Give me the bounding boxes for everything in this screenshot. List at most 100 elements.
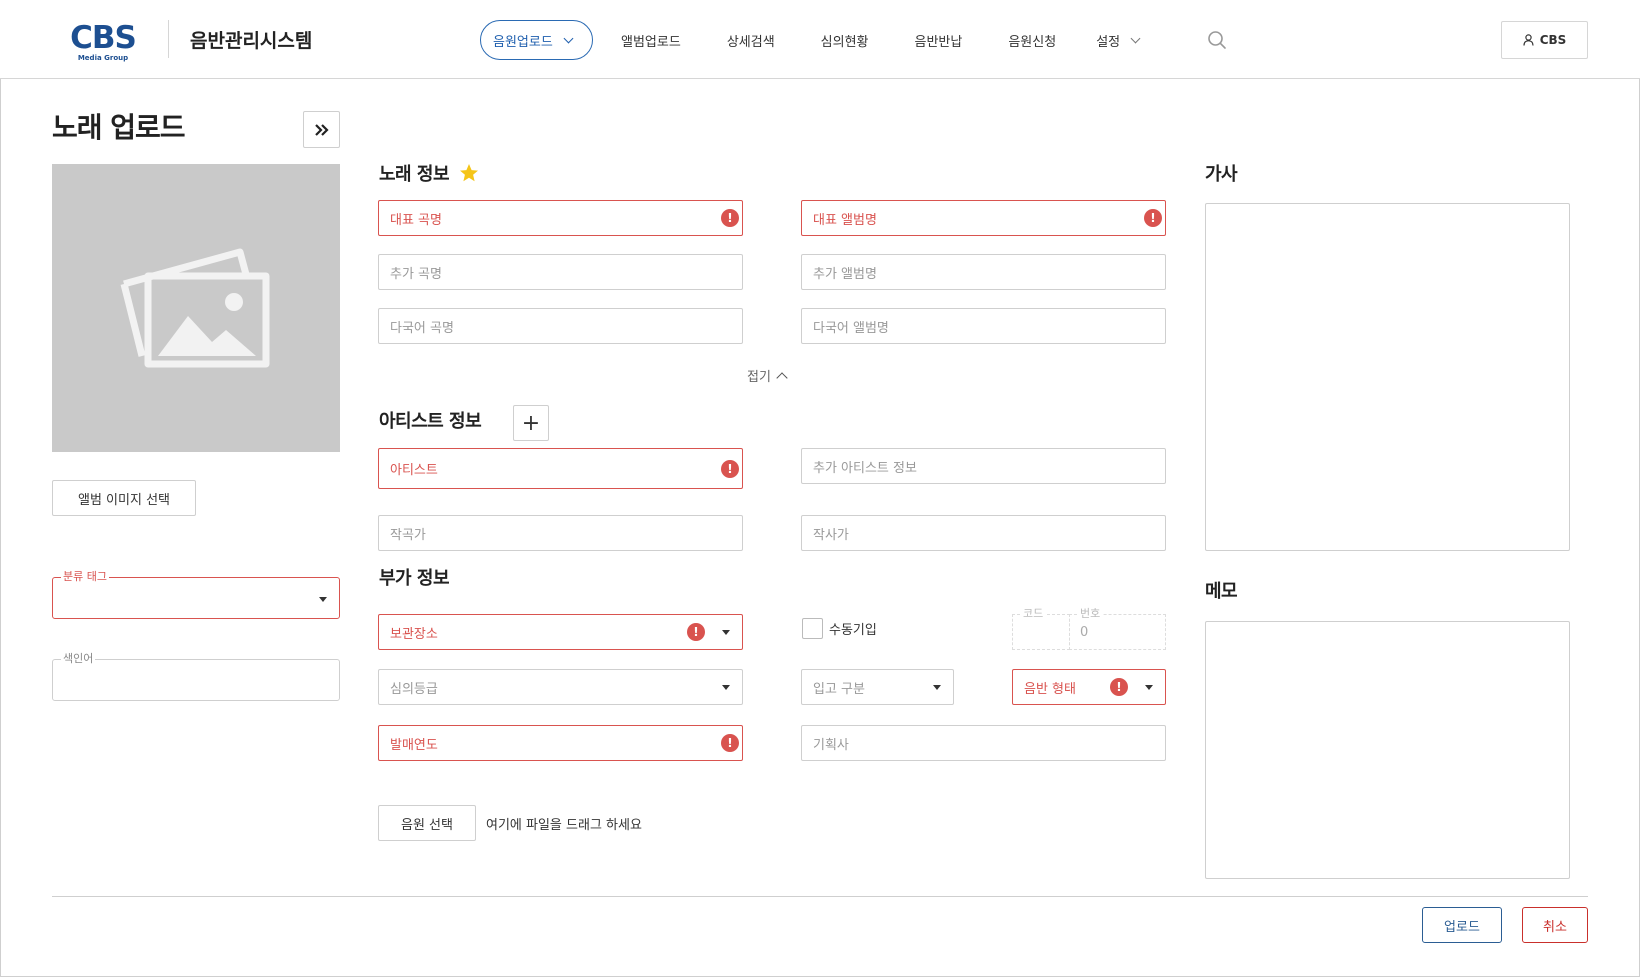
album-format-select[interactable]: 음반 형태 ! [1012,669,1166,705]
main-title-input[interactable]: 대표 곡명 ! [378,200,743,236]
error-icon: ! [1144,209,1162,227]
footer-divider [52,896,1588,897]
extra-info-title: 부가 정보 [379,568,450,589]
review-grade-placeholder: 심의등급 [390,681,438,697]
search-icon[interactable] [1207,30,1227,50]
number-input: 번호 0 [1069,607,1166,650]
nav-label: 설정 [1096,34,1121,50]
extra-album-placeholder: 추가 앨범명 [813,266,877,282]
nav-label: 앨범업로드 [621,34,681,50]
song-info-title-text: 노래 정보 [379,164,450,185]
double-chevron-right-icon [314,123,329,136]
collapse-panel-button[interactable] [303,111,340,148]
main-album-placeholder: 대표 앨범명 [813,212,877,228]
lyricist-placeholder: 작사가 [813,527,849,543]
nav-label: 상세검색 [726,34,775,50]
category-tag-legend: 분류 태그 [61,570,109,584]
multilang-title-placeholder: 다국어 곡명 [390,320,454,336]
nav-label: 심의현황 [820,34,869,50]
receipt-type-placeholder: 입고 구분 [813,681,865,697]
agency-placeholder: 기획사 [813,737,849,753]
category-tag-select[interactable]: 분류 태그 [52,570,340,619]
nav-item-album-return[interactable]: 음반반납 [915,20,963,60]
error-icon: ! [721,209,739,227]
artist-input[interactable]: 아티스트 ! [378,448,743,489]
composer-input[interactable]: 작곡가 [378,515,743,551]
artist-placeholder: 아티스트 [390,463,438,478]
nav-label: 음원업로드 [493,34,553,50]
user-button[interactable]: CBS [1501,21,1588,59]
file-select-button[interactable]: 음원 선택 [378,805,476,841]
release-year-placeholder: 발매연도 [390,737,438,753]
dropdown-caret-icon [319,597,327,602]
lyricist-input[interactable]: 작사가 [801,515,1166,551]
add-artist-button[interactable]: + [513,405,549,441]
nav-item-detail-search[interactable]: 상세검색 [727,20,775,60]
logo-divider [168,20,169,58]
nav-item-song-upload[interactable]: 음원업로드 [480,20,593,60]
multilang-title-input[interactable]: 다국어 곡명 [378,308,743,344]
multilang-album-placeholder: 다국어 앨범명 [813,320,889,336]
star-icon[interactable] [459,163,479,183]
upload-button[interactable]: 업로드 [1422,907,1502,943]
main-nav: 음원업로드 앨범업로드 상세검색 심의현황 음반반납 음원신청 설정 [480,20,1141,60]
number-legend: 번호 [1078,607,1103,621]
composer-placeholder: 작곡가 [390,527,426,543]
storage-placeholder: 보관장소 [390,626,438,642]
storage-select[interactable]: 보관장소 ! [378,614,743,650]
user-label: CBS [1539,33,1567,47]
song-info-title: 노래 정보 [379,160,479,186]
error-icon: ! [687,623,705,641]
plus-icon: + [521,410,541,436]
logo-text: CBS [70,20,137,56]
chevron-up-icon [776,372,788,384]
cbs-logo[interactable]: CBS Media Group [68,22,138,64]
index-word-legend: 색인어 [61,652,96,666]
image-placeholder-icon [120,248,270,368]
user-icon [1523,34,1534,46]
dropdown-caret-icon [1145,685,1153,690]
manual-entry-label: 수동기입 [829,623,877,638]
error-icon: ! [721,734,739,752]
lyrics-title: 가사 [1205,164,1238,185]
system-title: 음반관리시스템 [190,30,313,52]
release-year-input[interactable]: 발매연도 ! [378,725,743,761]
fold-toggle[interactable]: 접기 [747,366,788,385]
main-album-input[interactable]: 대표 앨범명 ! [801,200,1166,236]
extra-title-placeholder: 추가 곡명 [390,266,442,282]
extra-artist-placeholder: 추가 아티스트 정보 [813,460,917,476]
file-drop-zone[interactable]: 여기에 파일을 드래그 하세요 [486,814,642,833]
lyrics-textarea[interactable] [1205,203,1570,551]
nav-item-settings[interactable]: 설정 [1096,20,1141,60]
extra-artist-input[interactable]: 추가 아티스트 정보 [801,448,1166,484]
error-icon: ! [1110,678,1128,696]
top-header: CBS Media Group 음반관리시스템 음원업로드 앨범업로드 상세검색… [0,0,1640,79]
extra-title-input[interactable]: 추가 곡명 [378,254,743,290]
nav-item-song-request[interactable]: 음원신청 [1008,20,1056,60]
chevron-down-icon [1130,33,1141,43]
multilang-album-input[interactable]: 다국어 앨범명 [801,308,1166,344]
code-input: 코드 [1012,607,1070,650]
extra-album-input[interactable]: 추가 앨범명 [801,254,1166,290]
manual-entry-checkbox[interactable] [802,618,823,639]
nav-label: 음원신청 [1008,34,1057,50]
fold-label: 접기 [747,370,771,385]
nav-item-review-status[interactable]: 심의현황 [821,20,869,60]
nav-item-album-upload[interactable]: 앨범업로드 [621,20,681,60]
review-grade-select[interactable]: 심의등급 [378,669,743,705]
cancel-button[interactable]: 취소 [1522,907,1588,943]
agency-input[interactable]: 기획사 [801,725,1166,761]
index-word-input[interactable]: 색인어 [52,652,340,701]
artist-info-title: 아티스트 정보 [379,411,482,432]
page-title: 노래 업로드 [52,111,186,144]
album-image-placeholder [52,164,340,452]
dropdown-caret-icon [933,685,941,690]
receipt-type-select[interactable]: 입고 구분 [801,669,954,705]
memo-textarea[interactable] [1205,621,1570,879]
number-value: 0 [1080,625,1089,640]
album-image-select-button[interactable]: 앨범 이미지 선택 [52,480,196,516]
logo-sub: Media Group [77,54,129,62]
error-icon: ! [721,459,739,478]
dropdown-caret-icon [722,630,730,635]
memo-title: 메모 [1205,581,1238,602]
